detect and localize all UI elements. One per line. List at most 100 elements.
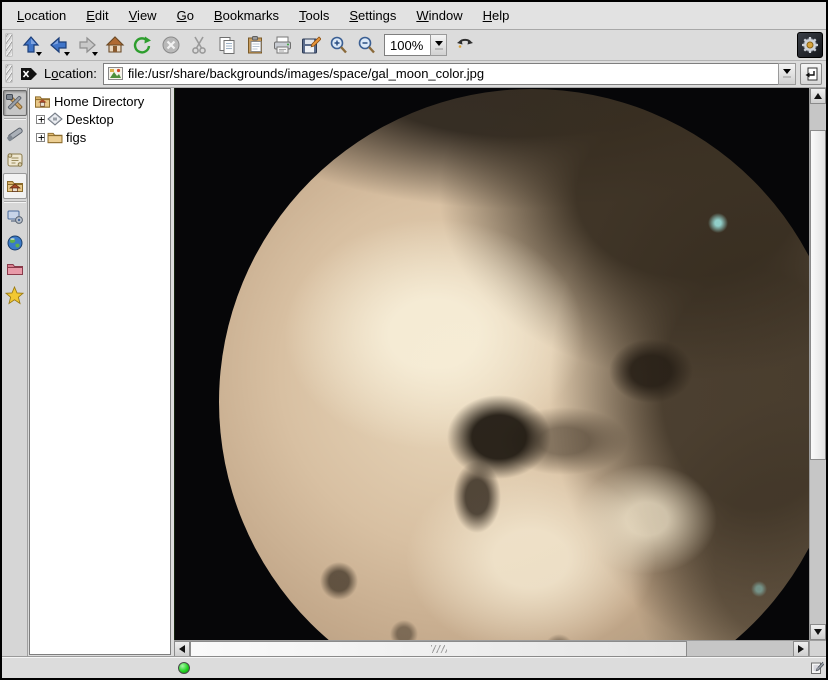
menu-bookmarks[interactable]: Bookmarks — [205, 4, 288, 27]
scroll-up-button[interactable] — [810, 88, 826, 104]
go-button[interactable] — [800, 63, 822, 85]
location-input[interactable]: file:/usr/share/backgrounds/images/space… — [103, 63, 778, 85]
hscroll-thumb[interactable] — [190, 641, 687, 657]
forward-dropdown-caret — [92, 52, 98, 56]
printer-icon — [272, 35, 293, 55]
cut-button — [185, 32, 212, 58]
image-view — [174, 88, 809, 640]
expander-plus[interactable]: + — [36, 133, 45, 142]
menu-window[interactable]: Window — [407, 4, 471, 27]
sidebar-configure-button[interactable] — [3, 90, 27, 116]
zoom-in-button[interactable] — [325, 32, 352, 58]
triangle-down-icon — [814, 629, 822, 635]
history-scroll-icon — [6, 151, 24, 169]
zoom-dropdown-button[interactable] — [430, 34, 447, 56]
scroll-down-button[interactable] — [810, 624, 826, 640]
folder-home-open-icon — [34, 94, 51, 109]
triangle-left-icon — [179, 645, 185, 653]
scissors-icon — [189, 35, 209, 55]
scroll-left-button[interactable] — [174, 641, 190, 657]
sidebar-marker-button[interactable] — [3, 121, 27, 147]
reload-button[interactable] — [129, 32, 156, 58]
menu-view[interactable]: View — [120, 4, 166, 27]
sidebar-network-button[interactable] — [3, 230, 27, 256]
location-label: Location: — [42, 66, 99, 81]
triangle-up-icon — [814, 93, 822, 99]
location-dropdown-button[interactable] — [778, 63, 796, 85]
expander-plus[interactable]: + — [36, 115, 45, 124]
content-area: Home Directory + Desktop + figs — [2, 88, 826, 657]
menu-settings[interactable]: Settings — [340, 4, 405, 27]
globe-icon — [6, 234, 24, 252]
folder-home-icon — [6, 177, 24, 195]
back-dropdown-caret[interactable] — [64, 52, 70, 56]
sidebar-services-button[interactable] — [3, 204, 27, 230]
tree-item-desktop[interactable]: + Desktop — [32, 110, 170, 128]
konqueror-logo — [797, 32, 823, 58]
zoom-out-icon — [356, 35, 377, 56]
stop-icon — [161, 35, 181, 55]
vscroll-thumb[interactable] — [810, 130, 826, 460]
zoom-in-icon — [328, 35, 349, 56]
locationbar-drag-handle[interactable] — [5, 64, 13, 84]
location-combobox: file:/usr/share/backgrounds/images/space… — [103, 63, 796, 85]
image-file-icon — [108, 67, 123, 80]
triangle-right-icon — [798, 645, 804, 653]
scroll-right-button[interactable] — [793, 641, 809, 657]
konqueror-window: Location Edit View Go Bookmarks Tools Se… — [0, 0, 828, 680]
toolbar-drag-handle[interactable] — [5, 33, 13, 57]
configure-tools-icon — [6, 94, 24, 112]
rotate-icon — [455, 35, 475, 55]
zoom-combobox[interactable]: 100% — [384, 34, 447, 56]
star-icon — [5, 286, 24, 305]
paste-icon — [245, 35, 265, 55]
menu-help[interactable]: Help — [474, 4, 519, 27]
copy-button[interactable] — [213, 32, 240, 58]
floppy-pencil-icon — [300, 35, 321, 55]
tree-item-figs[interactable]: + figs — [32, 128, 170, 146]
go-enter-icon — [804, 67, 818, 81]
sidebar-home-folder-button[interactable] — [3, 173, 27, 199]
thumb-grip — [431, 645, 447, 653]
home-icon — [105, 35, 125, 55]
clear-location-icon[interactable] — [20, 67, 38, 81]
zoom-value[interactable]: 100% — [384, 34, 430, 56]
paste-button[interactable] — [241, 32, 268, 58]
sidebar-button-strip — [2, 88, 28, 657]
red-folder-icon — [6, 260, 24, 278]
vscroll-trough-top[interactable] — [810, 104, 826, 130]
back-button[interactable] — [45, 32, 72, 58]
menubar: Location Edit View Go Bookmarks Tools Se… — [2, 2, 826, 30]
menu-tools[interactable]: Tools — [290, 4, 338, 27]
tree-item-label: figs — [65, 130, 86, 145]
directory-tree-panel: Home Directory + Desktop + figs — [29, 88, 171, 655]
location-toolbar: Location: file:/usr/share/backgrounds/im… — [2, 61, 826, 88]
kde-gear-icon — [801, 36, 819, 54]
stop-button — [157, 32, 184, 58]
sidebar-bookmarks-button[interactable] — [3, 282, 27, 308]
hscroll-trough[interactable] — [687, 641, 793, 657]
vscroll-trough-bottom[interactable] — [810, 460, 826, 624]
up-button[interactable] — [17, 32, 44, 58]
menu-location[interactable]: Location — [8, 4, 75, 27]
moon-image — [219, 89, 809, 640]
up-dropdown-caret[interactable] — [36, 52, 42, 56]
folder-icon — [47, 131, 63, 144]
menu-edit[interactable]: Edit — [77, 4, 117, 27]
sidebar-history-button[interactable] — [3, 147, 27, 173]
print-button[interactable] — [269, 32, 296, 58]
location-value: file:/usr/share/backgrounds/images/space… — [128, 66, 484, 81]
chevron-down-icon — [435, 41, 443, 46]
home-button[interactable] — [101, 32, 128, 58]
view-column — [174, 88, 826, 657]
sidebar-root-folder-button[interactable] — [3, 256, 27, 282]
statusbar-extension-icon[interactable] — [810, 661, 824, 675]
menu-go[interactable]: Go — [168, 4, 203, 27]
tree-item-home-directory[interactable]: Home Directory — [32, 92, 170, 110]
save-as-button[interactable] — [297, 32, 324, 58]
rotate-button[interactable] — [451, 32, 478, 58]
zoom-out-button[interactable] — [353, 32, 380, 58]
tree-item-label: Desktop — [65, 112, 114, 127]
main-toolbar: 100% — [2, 30, 826, 61]
services-icon — [6, 208, 24, 226]
